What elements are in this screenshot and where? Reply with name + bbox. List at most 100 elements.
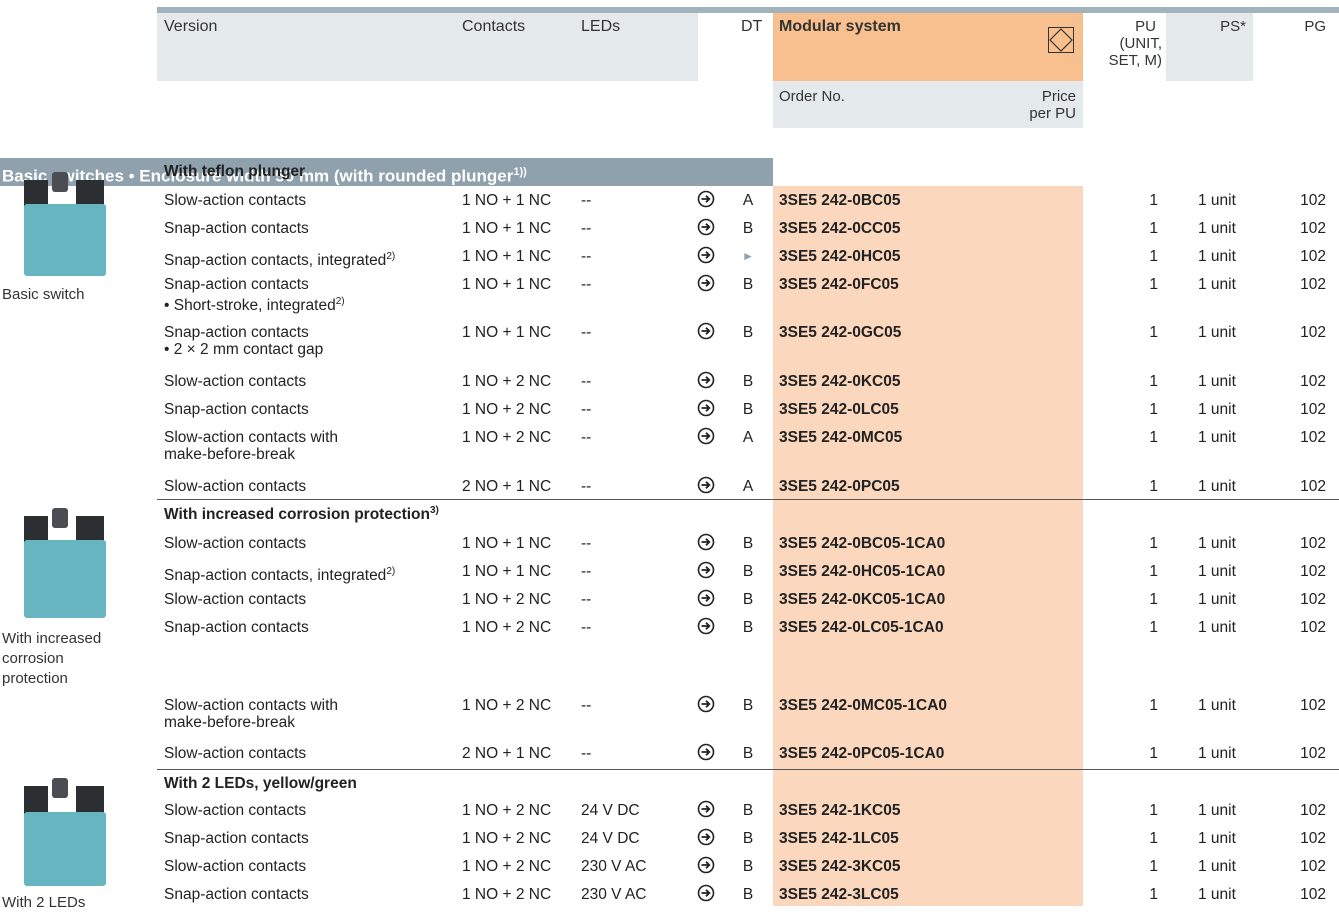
order-number: 3SE5 242-0PC05 (779, 478, 900, 495)
version-cell: Slow-action contacts (164, 535, 307, 552)
pu-cell: 1 (1149, 745, 1158, 762)
order-number: 3SE5 242-0MC05-1CA0 (779, 697, 948, 714)
pu-cell: 1 (1149, 830, 1158, 847)
leds-cell: -- (581, 563, 592, 580)
version-cell: Slow-action contacts (164, 373, 307, 390)
pu-cell: 1 (1149, 220, 1158, 237)
header-pu: PU (1135, 18, 1156, 35)
ps-cell: 1 unit (1198, 220, 1236, 237)
contacts-cell: 1 NO + 2 NC (462, 373, 552, 390)
circle-arrow-right-icon (697, 533, 715, 554)
table-row: Slow-action contacts 1 NO + 1 NC -- B 3SE5 2… (0, 533, 1339, 563)
pg-cell: 102 (1300, 276, 1326, 293)
dt-cell: B (742, 276, 754, 293)
circle-arrow-right-icon (697, 274, 715, 295)
circle-arrow-right-icon (697, 800, 715, 821)
ps-cell: 1 unit (1198, 478, 1236, 495)
dt-cell: B (742, 535, 754, 552)
order-number: 3SE5 242-3LC05 (779, 886, 899, 903)
pu-cell: 1 (1149, 563, 1158, 580)
circle-arrow-right-icon (697, 617, 715, 638)
order-number: 3SE5 242-0BC05-1CA0 (779, 535, 946, 552)
dt-cell: A (742, 429, 754, 446)
pu-cell: 1 (1149, 886, 1158, 903)
ps-cell: 1 unit (1198, 429, 1236, 446)
header-contacts: Contacts (462, 18, 526, 35)
caption-corrosion-2: corrosion (2, 650, 64, 667)
leds-cell: -- (581, 697, 592, 714)
circle-arrow-right-icon (697, 371, 715, 392)
pg-cell: 102 (1300, 858, 1326, 875)
ps-cell: 1 unit (1198, 373, 1236, 390)
order-number: 3SE5 242-0PC05-1CA0 (779, 745, 945, 762)
contacts-cell: 1 NO + 2 NC (462, 591, 552, 608)
version-cell: Snap-action contacts (164, 401, 309, 418)
table-row: Slow-action contacts 1 NO + 2 NC 24 V DC B 3… (0, 800, 1339, 830)
circle-arrow-right-icon (697, 427, 715, 448)
contacts-cell: 1 NO + 1 NC (462, 248, 552, 265)
group-title: With 2 LEDs, yellow/green (164, 775, 357, 793)
contacts-cell: 1 NO + 1 NC (462, 276, 552, 293)
circle-arrow-right-icon (697, 399, 715, 420)
pu-cell: 1 (1149, 276, 1158, 293)
pg-cell: 102 (1300, 745, 1326, 762)
pu-cell: 1 (1149, 591, 1158, 608)
dt-cell: A (742, 192, 754, 209)
pg-cell: 102 (1300, 429, 1326, 446)
order-number: 3SE5 242-3KC05 (779, 858, 901, 875)
dt-cell: B (742, 619, 754, 636)
circle-arrow-right-icon (697, 190, 715, 211)
header-leds: LEDs (581, 18, 621, 35)
group-title: With increased corrosion protection3) (164, 505, 439, 524)
leds-cell: -- (581, 745, 592, 762)
version-cell: Snap-action contacts • Short-stroke, inte… (164, 276, 345, 315)
version-cell: Slow-action contacts (164, 591, 307, 608)
leds-cell: -- (581, 276, 592, 293)
pg-cell: 102 (1300, 401, 1326, 418)
header-pu-sub2: SET, M) (1108, 52, 1162, 69)
pu-cell: 1 (1149, 248, 1158, 265)
pg-cell: 102 (1300, 324, 1326, 341)
leds-cell: -- (581, 429, 592, 446)
diamond-box-icon (1048, 27, 1074, 53)
ps-cell: 1 unit (1198, 745, 1236, 762)
table-row: Slow-action contacts 1 NO + 1 NC -- A 3SE5 2… (0, 190, 1339, 220)
pg-cell: 102 (1300, 697, 1326, 714)
pg-cell: 102 (1300, 248, 1326, 265)
contacts-cell: 1 NO + 1 NC (462, 324, 552, 341)
contacts-cell: 1 NO + 2 NC (462, 886, 552, 903)
circle-arrow-right-icon (697, 322, 715, 343)
dt-cell: B (742, 563, 754, 580)
ps-cell: 1 unit (1198, 535, 1236, 552)
pg-cell: 102 (1300, 830, 1326, 847)
table-row: Slow-action contacts 1 NO + 2 NC 230 V AC B… (0, 856, 1339, 886)
ps-cell: 1 unit (1198, 192, 1236, 209)
header-modular-system: Modular system (779, 18, 901, 35)
leds-cell: 24 V DC (581, 802, 640, 819)
leds-cell: 230 V AC (581, 886, 647, 903)
circle-arrow-right-icon (697, 856, 715, 877)
pg-cell: 102 (1300, 802, 1326, 819)
version-cell: Slow-action contacts (164, 858, 307, 875)
order-number: 3SE5 242-0BC05 (779, 192, 901, 209)
header-price: Price (1041, 88, 1076, 105)
pg-cell: 102 (1300, 535, 1326, 552)
header-per-pu: per PU (1029, 105, 1076, 122)
pg-cell: 102 (1300, 373, 1326, 390)
dt-cell: B (742, 591, 754, 608)
dt-cell: A (742, 478, 754, 495)
pg-cell: 102 (1300, 563, 1326, 580)
ps-cell: 1 unit (1198, 591, 1236, 608)
version-cell: Snap-action contacts (164, 886, 309, 903)
leds-cell: -- (581, 591, 592, 608)
table-row: Slow-action contacts 2 NO + 1 NC -- A 3SE5 2… (0, 476, 1339, 506)
version-cell: Slow-action contacts with make-before-bre… (164, 697, 339, 731)
pu-cell: 1 (1149, 373, 1158, 390)
leds-cell: -- (581, 401, 592, 418)
leds-cell: -- (581, 324, 592, 341)
pu-cell: 1 (1149, 858, 1158, 875)
pu-cell: 1 (1149, 535, 1158, 552)
table-row: Snap-action contacts 1 NO + 2 NC -- B 3SE5 2… (0, 399, 1339, 429)
header-ps: PS* (1220, 18, 1246, 35)
version-cell: Snap-action contacts, integrated2) (164, 566, 396, 585)
